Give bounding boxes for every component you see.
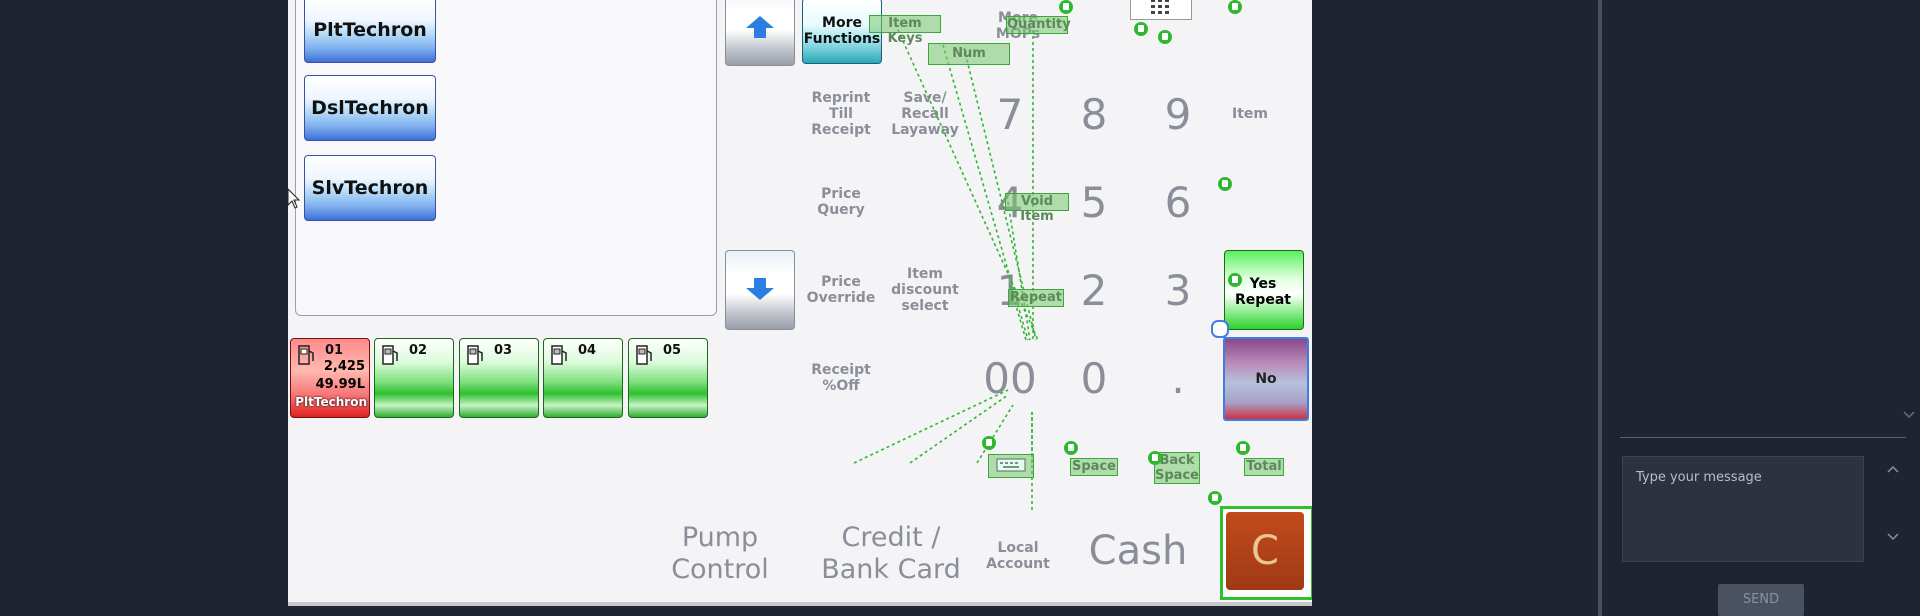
send-button[interactable]: SEND xyxy=(1718,584,1804,616)
annotation-num: Num xyxy=(928,43,1010,65)
annotation-keyboard xyxy=(988,454,1034,478)
pos-terminal: PltTechron DslTechron SlvTechron More Fu… xyxy=(288,0,1312,602)
pin-icon xyxy=(1228,273,1242,287)
chevron-up-icon[interactable] xyxy=(1886,464,1900,474)
sidebar-divider[interactable] xyxy=(1598,0,1602,616)
pin-icon xyxy=(1148,451,1162,465)
annotation-void-item: Void Item xyxy=(1005,193,1069,224)
pin-icon xyxy=(1064,441,1078,455)
annotation-quantity: Quantity xyxy=(1006,16,1071,34)
pin-icon xyxy=(1158,30,1172,44)
pin-icon xyxy=(982,436,996,450)
pin-icon xyxy=(1236,441,1250,455)
pin-icon xyxy=(1228,0,1242,14)
chat-placeholder: Type your message xyxy=(1636,470,1762,485)
pin-icon xyxy=(1059,0,1073,14)
annotation-lines xyxy=(853,24,1039,510)
keyboard-icon xyxy=(996,458,1026,472)
annotation-space: Space xyxy=(1070,458,1118,476)
pos-bottom-border xyxy=(288,602,1312,606)
annotation-item-keys: Item Keys xyxy=(869,15,941,46)
annotation-total: Total xyxy=(1244,458,1284,476)
chevron-down-icon[interactable] xyxy=(1886,532,1900,542)
pin-icon xyxy=(1134,22,1148,36)
annotation-repeat: Repeat xyxy=(1008,289,1064,307)
pin-icon xyxy=(1218,177,1232,191)
chevron-down-icon[interactable] xyxy=(1902,410,1916,420)
pin-icon xyxy=(1208,491,1222,505)
chat-separator xyxy=(1620,437,1906,438)
